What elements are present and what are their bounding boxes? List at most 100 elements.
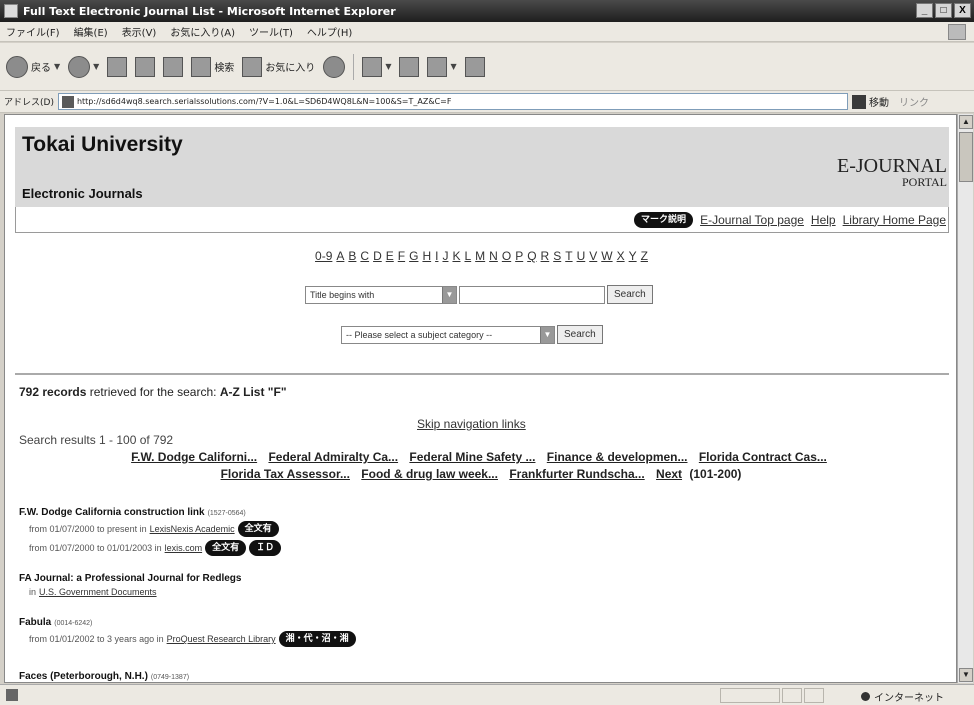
home-button[interactable] (163, 56, 184, 77)
jump-link[interactable]: Frankfurter Rundscha... (509, 467, 644, 481)
window-titlebar: Full Text Electronic Journal List - Micr… (0, 0, 974, 22)
stop-button[interactable] (107, 56, 128, 77)
links-button[interactable]: リンク (899, 94, 929, 109)
az-link-a[interactable]: A (336, 249, 344, 263)
menu-file[interactable]: ファイル(F) (6, 24, 60, 39)
page-viewport: Tokai University Electronic Journals E-J… (4, 114, 957, 683)
journal-entry: FA Journal: a Professional Journal for R… (19, 573, 241, 597)
jump-link[interactable]: Florida Contract Cas... (699, 450, 827, 464)
az-link-b[interactable]: B (348, 249, 356, 263)
az-link-o[interactable]: O (502, 249, 511, 263)
close-button[interactable]: X (954, 3, 971, 18)
menu-help[interactable]: ヘルプ(H) (307, 24, 352, 39)
history-icon (323, 55, 346, 78)
az-link-g[interactable]: G (409, 249, 418, 263)
az-link-l[interactable]: L (464, 249, 471, 263)
holding-line: from 01/07/2000 to present in LexisNexis… (29, 521, 281, 537)
menu-favorites[interactable]: お気に入り(A) (170, 24, 235, 39)
refresh-button[interactable] (135, 56, 156, 77)
az-link-e[interactable]: E (386, 249, 394, 263)
journal-entry: Faces (Peterborough, N.H.) (0749-1387) (19, 671, 189, 682)
jump-link[interactable]: Federal Mine Safety ... (409, 450, 535, 464)
menu-edit[interactable]: 編集(E) (74, 24, 108, 39)
toolbar: 戻る ▼ ▼ 検索 お気に入り ▼ ▼ (0, 43, 974, 91)
divider (15, 373, 949, 375)
jump-link[interactable]: Federal Admiralty Ca... (268, 450, 398, 464)
subject-search-form: -- Please select a subject category -- ▼… (341, 325, 603, 344)
az-link-d[interactable]: D (373, 249, 382, 263)
az-link-k[interactable]: K (452, 249, 460, 263)
results-range: Search results 1 - 100 of 792 (19, 433, 174, 447)
jump-link[interactable]: Food & drug law week... (361, 467, 498, 481)
az-link-0-9[interactable]: 0-9 (315, 249, 332, 263)
ejournal-portal-logo: E-JOURNAL PORTAL (837, 156, 947, 188)
az-link-v[interactable]: V (589, 249, 597, 263)
az-link-w[interactable]: W (601, 249, 612, 263)
scroll-up-icon[interactable]: ▲ (959, 115, 973, 129)
university-title: Tokai University (22, 133, 183, 156)
journal-issn: (0749-1387) (150, 674, 190, 681)
subject-search-button[interactable]: Search (557, 325, 603, 344)
az-link-s[interactable]: S (553, 249, 561, 263)
az-link-m[interactable]: M (475, 249, 485, 263)
az-link-p[interactable]: P (515, 249, 523, 263)
az-link-q[interactable]: Q (527, 249, 536, 263)
maximize-button[interactable]: □ (935, 3, 952, 18)
journal-entry: F.W. Dodge California construction link(… (19, 507, 282, 556)
az-link-u[interactable]: U (577, 249, 586, 263)
scroll-down-icon[interactable]: ▼ (959, 668, 973, 682)
back-button[interactable]: 戻る ▼ (6, 55, 60, 78)
legend-badge-button[interactable]: マーク説明 (634, 211, 694, 228)
az-link-h[interactable]: H (422, 249, 431, 263)
menu-tools[interactable]: ツール(T) (249, 24, 293, 39)
nav-ejournal-top[interactable]: E-Journal Top page (700, 213, 804, 227)
favorites-button[interactable]: お気に入り (242, 56, 315, 77)
title-search-mode-select[interactable]: Title begins with ▼ (305, 285, 457, 304)
az-link-r[interactable]: R (541, 249, 550, 263)
jump-link[interactable]: Finance & developmen... (547, 450, 688, 464)
skip-navigation-link[interactable]: Skip navigation links (417, 417, 526, 431)
print-button[interactable] (399, 56, 420, 77)
az-link-c[interactable]: C (360, 249, 369, 263)
search-button[interactable]: 検索 (191, 56, 234, 77)
az-link-j[interactable]: J (442, 249, 448, 263)
menu-view[interactable]: 表示(V) (122, 24, 157, 39)
edit-button[interactable]: ▼ (427, 56, 457, 77)
holding-source-link[interactable]: lexis.com (165, 543, 203, 553)
subject-select-value: -- Please select a subject category -- (346, 329, 493, 340)
nav-help[interactable]: Help (811, 213, 836, 227)
az-link-t[interactable]: T (565, 249, 572, 263)
jump-link[interactable]: Florida Tax Assessor... (221, 467, 350, 481)
title-search-form: Title begins with ▼ Search (305, 285, 653, 304)
scroll-thumb[interactable] (959, 132, 973, 182)
holding-line: from 01/07/2000 to 01/01/2003 in lexis.c… (29, 540, 282, 556)
address-input[interactable]: http://sd6d4wq8.search.serialssolutions.… (57, 93, 848, 110)
holding-source-link[interactable]: ProQuest Research Library (167, 634, 276, 644)
go-button[interactable]: 移動 (851, 94, 889, 109)
mail-button[interactable]: ▼ (362, 56, 391, 77)
az-link-z[interactable]: Z (641, 249, 648, 263)
subject-category-select[interactable]: -- Please select a subject category -- ▼ (341, 325, 555, 344)
discuss-button[interactable] (464, 56, 485, 77)
records-query: A-Z List "F" (219, 385, 287, 399)
title-search-button[interactable]: Search (607, 285, 653, 304)
status-bar: インターネット (0, 684, 974, 705)
forward-button[interactable]: ▼ (68, 55, 99, 78)
az-link-f[interactable]: F (398, 249, 405, 263)
az-link-x[interactable]: X (617, 249, 625, 263)
holding-source-link[interactable]: U.S. Government Documents (39, 587, 157, 597)
title-search-input[interactable] (459, 285, 605, 304)
az-link-i[interactable]: I (435, 249, 438, 263)
vertical-scrollbar[interactable]: ▲ ▼ (957, 114, 973, 683)
holding-source-link[interactable]: LexisNexis Academic (150, 524, 235, 534)
history-button[interactable] (323, 55, 346, 78)
az-link-y[interactable]: Y (629, 249, 637, 263)
jump-link[interactable]: F.W. Dodge Californi... (131, 450, 257, 464)
next-page-link[interactable]: Next (656, 467, 682, 481)
az-link-n[interactable]: N (489, 249, 498, 263)
chevron-down-icon: ▼ (442, 286, 456, 303)
minimize-button[interactable]: _ (916, 3, 933, 18)
nav-library-home[interactable]: Library Home Page (843, 213, 946, 227)
status-cell (782, 688, 802, 703)
status-cell (720, 688, 780, 703)
